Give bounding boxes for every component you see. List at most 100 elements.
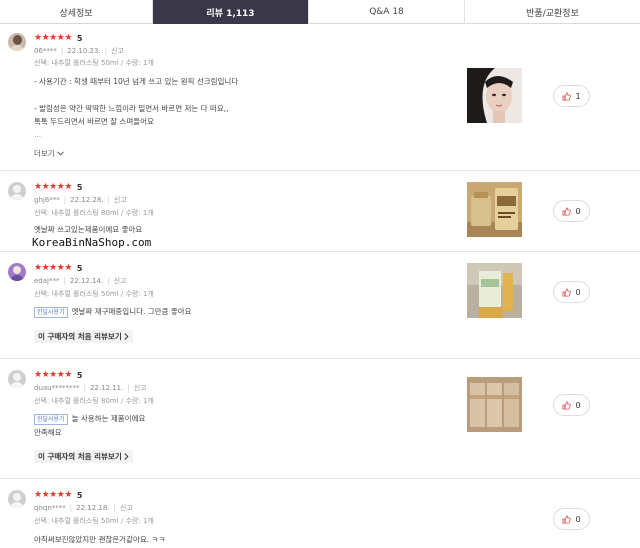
review-text-line: 만족해요 <box>34 428 62 437</box>
review-date: 22.12.14. <box>69 277 104 285</box>
star-icon: ★ <box>49 263 57 273</box>
tab-reviews[interactable]: 리뷰 1,113 <box>153 0 309 24</box>
star-icon: ★ <box>49 182 57 192</box>
star-icon: ★ <box>41 370 50 380</box>
review-text-line: 아직써보진않았지만 괜찮은거같아요. ㅋㅋ <box>34 535 166 544</box>
rating-score: 5 <box>76 263 83 273</box>
review-photo[interactable] <box>467 377 522 432</box>
tab-return-exchange[interactable]: 반품/교환정보 <box>465 0 640 24</box>
rating-score: 5 <box>76 182 83 192</box>
first-review-button[interactable]: 이 구매자의 처음 리뷰보기 <box>34 330 133 343</box>
reviewer-id: qnqn**** <box>34 504 66 512</box>
star-icon: ★ <box>34 490 42 500</box>
review-meta: ghj6*** | 22.12.28. | 신고 <box>34 195 127 205</box>
review-photo[interactable] <box>467 68 522 123</box>
like-count: 1 <box>575 91 581 101</box>
star-icon: ★ <box>64 263 72 273</box>
report-link[interactable]: 신고 <box>111 46 124 56</box>
reviewer-id: duau******** <box>34 384 80 392</box>
reviewer-id: edaj*** <box>34 277 60 285</box>
first-review-label: 이 구매자의 처음 리뷰보기 <box>38 452 122 461</box>
thumbs-up-icon <box>562 514 572 524</box>
tab-details[interactable]: 상세정보 <box>0 0 153 24</box>
thumbs-up-icon <box>562 206 572 216</box>
like-count: 0 <box>575 514 581 524</box>
star-icon: ★ <box>34 182 42 192</box>
watermark-text: KoreaBinNaShop.com <box>32 236 152 249</box>
like-button[interactable]: 0 <box>553 200 590 222</box>
rating-score: 5 <box>76 33 83 43</box>
star-icon: ★ <box>56 370 65 380</box>
star-icon: ★ <box>41 490 50 500</box>
review-text: 늘 사용하는 제품이에요 <box>71 414 146 423</box>
star-rating: ★ ★ ★ ★ ★ 5 <box>34 370 82 380</box>
star-icon: ★ <box>34 263 42 273</box>
purchase-option: 선택: 내추럴 롤러스팅 50ml / 수량: 1개 <box>34 517 154 525</box>
star-icon: ★ <box>49 490 57 500</box>
thumbs-up-icon <box>562 287 572 297</box>
review-text: 옛날짜 재구매중입니다. 그만큼 좋아요 <box>71 307 192 316</box>
like-button[interactable]: 0 <box>553 394 590 416</box>
like-count: 0 <box>575 287 581 297</box>
review-text-line: - 발림성은 약간 딱딱한 느낌이라 밀면서 바르면 저는 다 떠요,, <box>34 104 229 113</box>
star-icon: ★ <box>64 370 72 380</box>
review-text-line: 한달사용기 늘 사용하는 제품이에요 <box>34 413 145 425</box>
first-review-button[interactable]: 이 구매자의 처음 리뷰보기 <box>34 450 133 463</box>
star-rating: ★ ★ ★ ★ ★ 5 <box>34 182 82 192</box>
purchase-option: 선택: 내추럴 롤러스팅 50ml / 수량: 1개 <box>34 59 154 67</box>
report-link[interactable]: 신고 <box>134 383 147 393</box>
star-icon: ★ <box>41 263 50 273</box>
review-photo[interactable] <box>467 263 522 318</box>
like-count: 0 <box>575 206 581 216</box>
avatar <box>8 263 26 281</box>
thumbs-up-icon <box>562 91 572 101</box>
star-icon: ★ <box>49 33 57 43</box>
like-button[interactable]: 0 <box>553 508 590 530</box>
review-meta: 06**** | 22.10.23. | 신고 <box>34 46 124 56</box>
review-text-ellipsis: ... <box>34 130 42 139</box>
review-text-line: 톡톡 두드리면서 바르면 잘 스며들어요 <box>34 117 154 126</box>
review-meta: qnqn**** | 22.12.18. | 신고 <box>34 503 133 513</box>
star-icon: ★ <box>56 182 65 192</box>
review-item: ★ ★ ★ ★ ★ 5 qnqn**** | 22.12.18. | 신고 선택: 내추럴 … <box>0 480 640 548</box>
report-link[interactable]: 신고 <box>114 276 127 286</box>
reviewer-id: 06**** <box>34 47 57 55</box>
report-link[interactable]: 신고 <box>120 503 133 513</box>
star-icon: ★ <box>56 33 65 43</box>
purchase-option: 선택: 내추럴 롤러스팅 50ml / 수량: 1개 <box>34 290 154 298</box>
chevron-down-icon <box>56 151 64 156</box>
review-text-line: 옛날짜 쓰고있는제품이에요 좋아요 <box>34 225 143 234</box>
star-icon: ★ <box>64 490 72 500</box>
star-icon: ★ <box>41 33 50 43</box>
star-rating: ★ ★ ★ ★ ★ 5 <box>34 263 82 273</box>
one-month-badge: 한달사용기 <box>34 306 68 318</box>
purchase-option: 선택: 내추럴 롤러스팅 80ml / 수량: 1개 <box>34 397 154 405</box>
more-label: 더보기 <box>34 149 55 158</box>
star-icon: ★ <box>56 490 65 500</box>
purchase-option: 선택: 내추럴 롤러스팅 80ml / 수량: 1개 <box>34 209 154 217</box>
like-button[interactable]: 0 <box>553 281 590 303</box>
review-meta: duau******** | 22.12.11. | 신고 <box>34 383 147 393</box>
chevron-right-icon <box>124 333 129 340</box>
review-text-line: - 사용기간 : 학생 때부터 10년 넘게 쓰고 있는 원픽 선크림입니다 <box>34 77 239 86</box>
review-item: ★ ★ ★ ★ ★ 5 duau******** | 22.12.11. | 신고 선택: … <box>0 360 640 479</box>
more-button[interactable]: 더보기 <box>34 148 64 159</box>
star-icon: ★ <box>34 370 42 380</box>
report-link[interactable]: 신고 <box>114 195 127 205</box>
review-meta: edaj*** | 22.12.14. | 신고 <box>34 276 127 286</box>
first-review-label: 이 구매자의 처음 리뷰보기 <box>38 332 122 341</box>
like-count: 0 <box>575 400 581 410</box>
star-icon: ★ <box>41 182 50 192</box>
avatar <box>8 33 26 51</box>
avatar <box>8 370 26 388</box>
tab-qna[interactable]: Q&A 18 <box>309 0 465 24</box>
review-photo[interactable] <box>467 182 522 237</box>
review-item: ★ ★ ★ ★ ★ 5 06**** | 22.10.23. | 신고 선택: 내추럴 롤러… <box>0 25 640 171</box>
chevron-right-icon <box>124 453 129 460</box>
one-month-badge: 한달사용기 <box>34 413 68 425</box>
review-text-line: 한달사용기 옛날짜 재구매중입니다. 그만큼 좋아요 <box>34 306 192 318</box>
like-button[interactable]: 1 <box>553 85 590 107</box>
review-date: 22.10.23. <box>67 47 101 55</box>
star-icon: ★ <box>34 33 42 43</box>
star-icon: ★ <box>56 263 65 273</box>
